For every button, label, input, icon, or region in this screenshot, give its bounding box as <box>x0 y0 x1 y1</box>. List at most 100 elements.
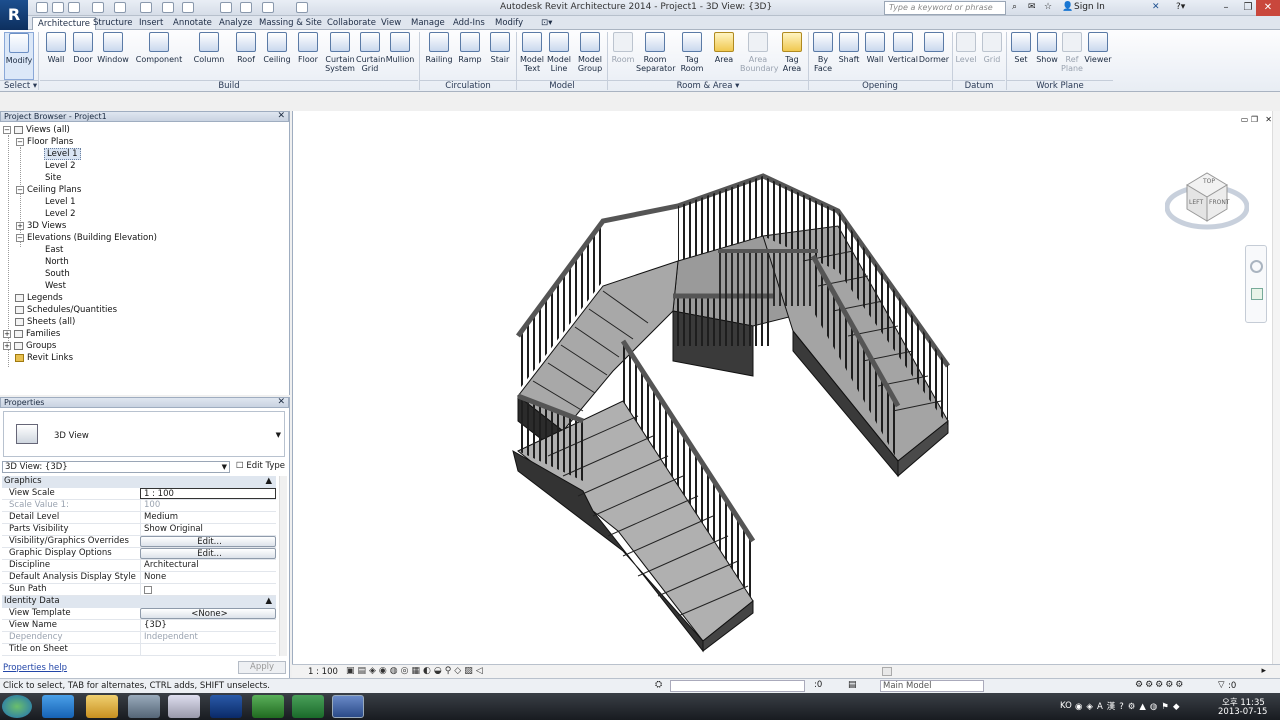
binoculars-icon[interactable]: ⌕ <box>1012 2 1017 12</box>
application-menu-icon[interactable]: R <box>0 0 28 30</box>
open-icon[interactable] <box>36 2 48 13</box>
thin-lines-icon[interactable] <box>262 2 274 13</box>
category-identity-data[interactable]: Identity Data ▲ <box>2 596 276 608</box>
tree-floor-plans[interactable]: − Floor Plans <box>16 137 73 147</box>
tree-elevations[interactable]: − Elevations (Building Elevation) <box>16 233 157 243</box>
exchange-apps-icon[interactable]: ✕ <box>1152 2 1160 12</box>
by-face-button[interactable]: By Face <box>810 32 836 73</box>
tree-floor-level-1[interactable]: Level 1 <box>44 148 81 160</box>
railing-button[interactable]: Railing <box>424 32 454 64</box>
mullion-button[interactable]: Mullion <box>384 32 416 64</box>
show-button[interactable]: Show <box>1034 32 1060 64</box>
vg-edit-button[interactable]: Edit... <box>140 536 276 547</box>
tree-3d-views[interactable]: +3D Views <box>16 221 66 231</box>
filter-icon[interactable]: ▽ <box>1218 680 1225 690</box>
select-group-label[interactable]: Select ▾ <box>0 80 38 91</box>
room-button[interactable]: Room <box>610 32 636 64</box>
tree-ceiling-level-2[interactable]: Level 2 <box>45 209 76 219</box>
prop-view-scale[interactable]: View Scale 1 : 100 <box>2 488 276 500</box>
model-text-button[interactable]: Model Text <box>518 32 546 73</box>
tag-icon[interactable] <box>182 2 194 13</box>
tag-room-button[interactable]: Tag Room <box>678 32 706 73</box>
view-scale-input[interactable]: 1 : 100 <box>140 488 276 499</box>
door-button[interactable]: Door <box>70 32 96 64</box>
sign-in-link[interactable]: Sign In <box>1074 2 1105 12</box>
collapse-icon[interactable]: ▲ <box>265 476 272 487</box>
wall-button[interactable]: Wall <box>42 32 70 64</box>
default-3d-view-icon[interactable] <box>220 2 232 13</box>
close-button[interactable]: ✕ <box>1256 0 1280 16</box>
apply-button[interactable]: Apply <box>238 661 286 674</box>
level-button[interactable]: Level <box>954 32 978 64</box>
workset-dropdown[interactable] <box>670 680 805 692</box>
modify-button[interactable]: Modify <box>4 32 34 80</box>
tab-insert[interactable]: Insert <box>134 17 168 30</box>
tab-collaborate[interactable]: Collaborate <box>322 17 381 30</box>
prop-discipline[interactable]: Discipline Architectural <box>2 560 276 572</box>
room-area-group-label[interactable]: Room & Area ▾ <box>608 80 808 91</box>
utorrent-icon[interactable] <box>252 695 284 718</box>
prop-view-name[interactable]: View Name {3D} <box>2 620 276 632</box>
switch-windows-icon[interactable] <box>296 2 308 13</box>
design-option-dropdown[interactable]: Main Model <box>880 680 984 692</box>
shaft-button[interactable]: Shaft <box>836 32 862 64</box>
measure-icon[interactable] <box>140 2 152 13</box>
favorites-icon[interactable]: ☆ <box>1044 2 1052 12</box>
stair-button[interactable]: Stair <box>486 32 514 64</box>
tab-modify[interactable]: Modify <box>490 17 528 30</box>
language-indicator[interactable]: KO <box>1060 701 1072 711</box>
worksets-icon[interactable]: ⛭ <box>655 680 662 690</box>
tree-sheets[interactable]: Sheets (all) <box>15 317 75 327</box>
clock-date[interactable]: 2013-07-15 <box>1218 707 1267 717</box>
viewport-restore-icon[interactable]: ▭ ❐ <box>1241 115 1258 124</box>
tree-ceiling-plans[interactable]: − Ceiling Plans <box>16 185 81 195</box>
notepad-icon[interactable] <box>128 695 160 718</box>
prop-detail-level[interactable]: Detail Level Medium <box>2 512 276 524</box>
tree-ceiling-level-1[interactable]: Level 1 <box>45 197 76 207</box>
properties-scrollbar[interactable] <box>279 476 287 656</box>
wall-opening-button[interactable]: Wall <box>862 32 888 64</box>
prop-parts-visibility[interactable]: Parts Visibility Show Original <box>2 524 276 536</box>
photoshop-icon[interactable] <box>210 695 242 718</box>
ribbon-minimize-icon[interactable]: ⊡▾ <box>536 17 557 30</box>
comm-center-icon[interactable]: ✉ <box>1028 2 1036 12</box>
set-button[interactable]: Set <box>1008 32 1034 64</box>
component-button[interactable]: Component <box>134 32 184 64</box>
excel-icon[interactable] <box>292 695 324 718</box>
type-selector[interactable]: 3D View ▼ <box>3 411 285 457</box>
graphic-display-edit-button[interactable]: Edit... <box>140 548 276 559</box>
3d-viewport[interactable]: ▭ ❐ ✕ TOP LEFT FRONT <box>292 111 1280 664</box>
save-icon[interactable] <box>52 2 64 13</box>
window-button[interactable]: Window <box>96 32 130 64</box>
tree-groups[interactable]: + Groups <box>3 341 56 351</box>
zoom-icon[interactable] <box>1251 288 1263 300</box>
file-explorer-icon[interactable] <box>86 695 118 718</box>
editable-only-icon[interactable]: ▤ <box>848 680 857 690</box>
tree-east[interactable]: East <box>45 245 63 255</box>
document-icon[interactable] <box>168 695 200 718</box>
help-icon[interactable]: ?▾ <box>1176 2 1185 12</box>
tab-analyze[interactable]: Analyze <box>214 17 258 30</box>
tray-icons[interactable]: ◉◈A漢?⚙▲◍⚑◆ <box>1075 700 1184 712</box>
prop-analysis-style[interactable]: Default Analysis Display Style None <box>2 572 276 584</box>
floor-button[interactable]: Floor <box>294 32 322 64</box>
search-input[interactable]: Type a keyword or phrase <box>884 1 1006 15</box>
tab-annotate[interactable]: Annotate <box>168 17 217 30</box>
vertical-button[interactable]: Vertical <box>888 32 918 64</box>
model-line-button[interactable]: Model Line <box>546 32 572 73</box>
internet-explorer-icon[interactable] <box>42 695 74 718</box>
view-template-button[interactable]: <None> <box>140 608 276 619</box>
grid-button[interactable]: Grid <box>980 32 1004 64</box>
tree-views-all[interactable]: − Views (all) <box>3 125 70 135</box>
ramp-button[interactable]: Ramp <box>456 32 484 64</box>
tab-view[interactable]: View <box>376 17 406 30</box>
tab-structure[interactable]: Structure <box>88 17 138 30</box>
dormer-button[interactable]: Dormer <box>918 32 950 64</box>
curtain-system-button[interactable]: Curtain System <box>324 32 356 73</box>
viewcube[interactable]: TOP LEFT FRONT <box>1164 163 1250 237</box>
tree-families[interactable]: + Families <box>3 329 60 339</box>
tag-area-button[interactable]: Tag Area <box>778 32 806 73</box>
dimension-icon[interactable] <box>162 2 174 13</box>
viewer-button[interactable]: Viewer <box>1084 32 1112 64</box>
view-scale-readout[interactable]: 1 : 100 <box>308 667 338 677</box>
